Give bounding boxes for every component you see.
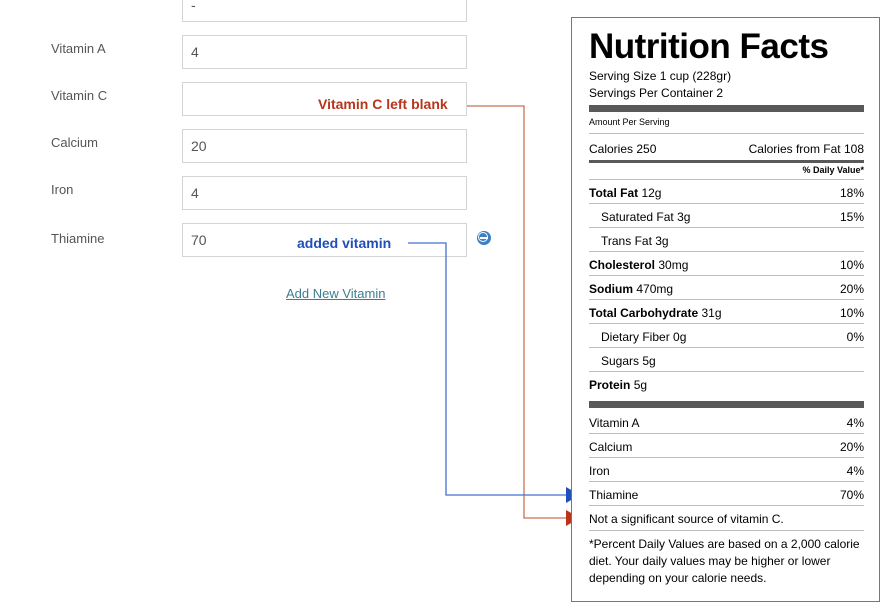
calcium-input[interactable]	[182, 129, 467, 163]
nutrient-name: Total Carbohydrate	[589, 306, 699, 320]
nutrient-amount: 5g	[642, 354, 656, 368]
nutrient-dv: 18%	[839, 186, 864, 200]
vitamin-name: Iron	[589, 464, 610, 478]
nutrient-row-trans-fat: Trans Fat 3g	[589, 234, 864, 250]
vitamin-name: Calcium	[589, 440, 633, 454]
vitamin-name: Vitamin A	[589, 416, 640, 430]
vitamin-row-vitamin-a: Vitamin A 4%	[589, 416, 864, 432]
previous-field-input[interactable]	[182, 0, 467, 22]
amount-per-serving: Amount Per Serving	[589, 117, 670, 127]
nutrient-row-sugars: Sugars 5g	[589, 354, 864, 370]
medium-divider	[589, 160, 864, 163]
daily-value-header: % Daily Value*	[802, 165, 864, 175]
nutrient-name: Cholesterol	[589, 258, 656, 272]
divider	[589, 275, 864, 276]
servings-per-container: Servings Per Container 2	[589, 86, 724, 100]
nutrient-name: Sodium	[589, 282, 633, 296]
nutrition-title: Nutrition Facts	[589, 27, 829, 66]
vitamin-row-thiamine: Thiamine 70%	[589, 488, 864, 504]
divider	[589, 371, 864, 372]
nutrient-row-protein: Protein 5g	[589, 378, 864, 394]
nutrient-row-total-carbohydrate: Total Carbohydrate 31g 10%	[589, 306, 864, 322]
nutrient-name: Saturated Fat	[601, 210, 674, 224]
nutrient-name: Total Fat	[589, 186, 639, 200]
vitamin-dv: 20%	[839, 440, 864, 454]
nutrient-amount: 0g	[673, 330, 687, 344]
thiamine-label: Thiamine	[51, 231, 105, 246]
divider	[589, 530, 864, 531]
nutrient-row-sodium: Sodium 470mg 20%	[589, 282, 864, 298]
vitamin-c-arrow-line	[467, 105, 566, 519]
remove-vitamin-icon[interactable]	[477, 231, 491, 245]
nutrient-row-dietary-fiber: Dietary Fiber 0g 0%	[589, 330, 864, 346]
calories: Calories 250	[589, 142, 657, 156]
divider	[589, 251, 864, 252]
add-new-vitamin-link[interactable]: Add New Vitamin	[286, 286, 385, 301]
divider	[589, 505, 864, 506]
vitamin-dv: 4%	[846, 416, 864, 430]
vitamin-a-label: Vitamin A	[51, 41, 106, 56]
divider	[589, 133, 864, 134]
not-significant-row: Not a significant source of vitamin C.	[589, 512, 864, 528]
nutrient-amount: 30mg	[658, 258, 689, 272]
nutrient-dv: 10%	[839, 306, 864, 320]
not-significant-text: Not a significant source of vitamin C.	[589, 512, 784, 526]
nutrient-dv: 0%	[846, 330, 864, 344]
thick-divider	[589, 105, 864, 112]
divider	[589, 457, 864, 458]
calories-from-fat: Calories from Fat 108	[748, 142, 864, 156]
divider	[589, 179, 864, 180]
nutrient-dv: 10%	[839, 258, 864, 272]
divider	[589, 481, 864, 482]
nutrient-amount: 5g	[633, 378, 648, 392]
vitamin-name: Thiamine	[589, 488, 639, 502]
divider	[589, 227, 864, 228]
nutrient-name: Sugars	[601, 354, 640, 368]
divider	[589, 433, 864, 434]
vitamin-row-calcium: Calcium 20%	[589, 440, 864, 456]
divider	[589, 299, 864, 300]
nutrient-amount: 3g	[655, 234, 669, 248]
nutrient-name: Protein	[589, 378, 631, 392]
nutrient-row-cholesterol: Cholesterol 30mg 10%	[589, 258, 864, 274]
divider	[589, 323, 864, 324]
nutrition-facts-label: Nutrition Facts Serving Size 1 cup (228g…	[571, 17, 880, 602]
nutrient-amount: 470mg	[636, 282, 674, 296]
vitamin-dv: 70%	[839, 488, 864, 502]
vitamin-dv: 4%	[846, 464, 864, 478]
nutrient-dv: 20%	[839, 282, 864, 296]
added-vitamin-annotation: added vitamin	[297, 235, 392, 251]
vitamin-c-blank-annotation: Vitamin C left blank	[318, 96, 448, 112]
serving-size: Serving Size 1 cup (228gr)	[589, 69, 732, 83]
vitamin-row-iron: Iron 4%	[589, 464, 864, 480]
iron-input[interactable]	[182, 176, 467, 210]
thiamine-arrow-line	[408, 242, 566, 496]
nutrient-row-total-fat: Total Fat 12g 18%	[589, 186, 864, 202]
iron-label: Iron	[51, 182, 74, 197]
nutrient-amount: 31g	[701, 306, 722, 320]
nutrient-name: Dietary Fiber	[601, 330, 670, 344]
nutrient-amount: 12g	[641, 186, 662, 200]
nutrient-name: Trans Fat	[601, 234, 652, 248]
nutrient-dv: 15%	[839, 210, 864, 224]
daily-value-header-row: % Daily Value*	[589, 165, 864, 177]
daily-values-footnote: *Percent Daily Values are based on a 2,0…	[589, 537, 860, 585]
nutrient-row-saturated-fat: Saturated Fat 3g 15%	[589, 210, 864, 226]
calories-row: Calories 250 Calories from Fat 108	[589, 142, 864, 158]
vitamin-a-input[interactable]	[182, 35, 467, 69]
nutrient-amount: 3g	[677, 210, 691, 224]
calcium-label: Calcium	[51, 135, 98, 150]
thick-divider	[589, 401, 864, 408]
divider	[589, 347, 864, 348]
vitamin-c-label: Vitamin C	[51, 88, 108, 103]
divider	[589, 203, 864, 204]
